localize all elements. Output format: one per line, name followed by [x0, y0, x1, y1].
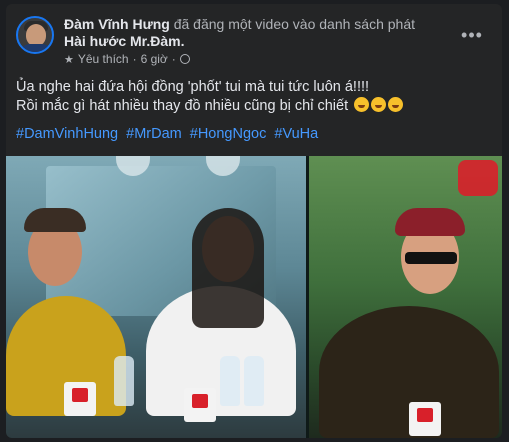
channel-logo-icon — [458, 160, 498, 196]
video-scene-left — [6, 156, 306, 438]
post-timestamp[interactable]: 6 giờ — [141, 52, 168, 66]
mug — [64, 382, 96, 416]
video-player[interactable] — [6, 156, 502, 438]
star-icon: ★ — [64, 53, 74, 66]
hashtag-link[interactable]: #VuHa — [274, 126, 318, 142]
playlist-name[interactable]: Hài hước Mr.Đàm — [64, 33, 181, 49]
water-bottle — [244, 356, 264, 406]
meta-favorite-label: Yêu thích — [77, 52, 129, 66]
person-hair-left — [24, 208, 86, 232]
hashtag-link[interactable]: #MrDam — [126, 126, 182, 142]
laughing-emoji-icon — [354, 97, 370, 112]
person-hair-right — [395, 208, 465, 236]
post-text-line-1: Ủa nghe hai đứa hội đồng 'phốt' tui mà t… — [16, 79, 370, 95]
water-bottle — [220, 356, 240, 406]
post-meta: ★ Yêu thích · 6 giờ · — [64, 52, 190, 66]
mug — [409, 402, 441, 436]
post-text: Ủa nghe hai đứa hội đồng 'phốt' tui mà t… — [16, 78, 492, 116]
meta-separator: · — [132, 52, 137, 66]
laughing-emoji-icon — [388, 97, 404, 112]
video-scene-right — [309, 156, 502, 438]
post-header: Đàm Vĩnh Hưng đã đăng một video vào danh… — [16, 14, 492, 68]
post-card: Đàm Vĩnh Hưng đã đăng một video vào danh… — [6, 4, 502, 438]
hashtag-list: #DamVinhHung #MrDam #HongNgoc #VuHa — [16, 126, 492, 142]
post-text-line-2: Rồi mắc gì hát nhiều thay đồ nhiều cũng … — [16, 98, 349, 114]
person-glasses-right — [405, 252, 457, 264]
avatar-face — [26, 24, 46, 46]
laughing-emoji-icon — [371, 97, 387, 112]
hashtag-link[interactable]: #DamVinhHung — [16, 126, 118, 142]
meta-separator-2: · — [171, 52, 176, 66]
author-avatar[interactable] — [16, 16, 54, 54]
post-header-text: Đàm Vĩnh Hưng đã đăng một video vào danh… — [64, 16, 415, 49]
author-name[interactable]: Đàm Vĩnh Hưng — [64, 16, 170, 32]
water-bottle — [114, 356, 134, 406]
mug — [184, 388, 216, 422]
hashtag-link[interactable]: #HongNgoc — [190, 126, 267, 142]
person-hair-woman — [192, 208, 264, 328]
avatar-shirt — [20, 44, 52, 52]
globe-icon — [179, 54, 190, 64]
post-action-text: đã đăng một video vào danh sách phát — [173, 16, 415, 32]
post-text-line-2-wrap: Rồi mắc gì hát nhiều thay đồ nhiều cũng … — [16, 97, 492, 116]
more-options-button[interactable]: ••• — [458, 26, 486, 48]
